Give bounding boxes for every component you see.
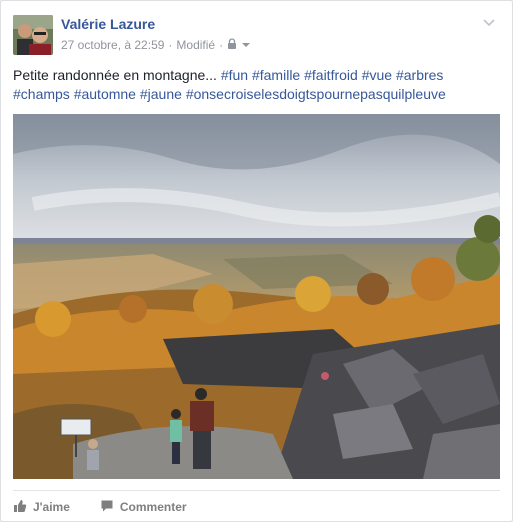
- comment-icon: [100, 499, 114, 516]
- hashtag-link[interactable]: #jaune: [140, 86, 182, 102]
- post-card: Valérie Lazure 27 octobre, à 22:59 · Mod…: [0, 0, 513, 522]
- meta-separator: ·: [219, 38, 224, 52]
- hashtag-link[interactable]: #arbres: [396, 67, 443, 83]
- action-divider: [13, 490, 500, 491]
- like-label: J'aime: [33, 500, 70, 514]
- hashtag-link[interactable]: #faitfroid: [304, 67, 358, 83]
- thumbs-up-icon: [13, 499, 27, 516]
- hashtag-link[interactable]: #onsecroiselesdoigtspournepasquilpleuve: [186, 86, 446, 102]
- author-name[interactable]: Valérie Lazure: [61, 16, 155, 32]
- hashtag-link[interactable]: #fun: [221, 67, 248, 83]
- meta-separator: ·: [168, 38, 173, 52]
- like-button[interactable]: J'aime: [13, 499, 70, 516]
- post-timestamp[interactable]: 27 octobre, à 22:59: [61, 38, 164, 52]
- post-actions: J'aime Commenter: [13, 497, 187, 517]
- privacy-dropdown-icon[interactable]: [241, 38, 251, 52]
- hashtag-link[interactable]: #automne: [74, 86, 136, 102]
- hashtag-link[interactable]: #famille: [252, 67, 300, 83]
- edited-label[interactable]: Modifié: [176, 38, 215, 52]
- post-text: Petite randonnée en montagne... #fun #fa…: [13, 66, 493, 104]
- lock-icon: [227, 38, 237, 52]
- post-body-text: Petite randonnée en montagne...: [13, 67, 217, 83]
- comment-button[interactable]: Commenter: [100, 499, 187, 516]
- avatar[interactable]: [13, 15, 53, 55]
- post-photo[interactable]: [13, 114, 500, 479]
- comment-label: Commenter: [119, 500, 187, 514]
- chevron-down-icon[interactable]: [482, 15, 496, 29]
- post-meta: 27 octobre, à 22:59 · Modifié ·: [61, 38, 251, 52]
- hashtag-link[interactable]: #champs: [13, 86, 70, 102]
- hashtag-link[interactable]: #vue: [362, 67, 392, 83]
